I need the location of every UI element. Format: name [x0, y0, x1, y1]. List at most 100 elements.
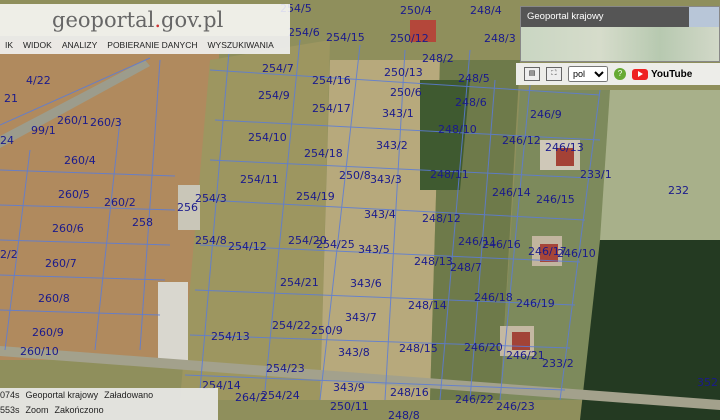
parcel-label: 233/1	[580, 168, 612, 181]
parcel-label: 248/12	[422, 212, 461, 225]
youtube-icon	[632, 68, 648, 80]
parcel-label: 254/6	[288, 26, 320, 39]
status-source: Geoportal krajowy	[25, 390, 99, 400]
parcel-label: 246/9	[530, 108, 562, 121]
parcel-label: 250/6	[390, 86, 422, 99]
map-controls: ▤ ⛶ pol ? YouTube	[516, 63, 720, 85]
parcel-label: 246/14	[492, 186, 531, 199]
menu-item-wyszukiwania[interactable]: WYSZUKIWANIA	[203, 40, 279, 50]
parcel-label: 260/7	[45, 257, 77, 270]
parcel-label: 343/1	[382, 107, 414, 120]
parcel-label: 99/1	[31, 124, 56, 137]
parcel-label: 254/13	[211, 330, 250, 343]
parcel-label: 343/3	[370, 173, 402, 186]
parcel-label: 250/4	[400, 4, 432, 17]
parcel-label: 248/13	[414, 255, 453, 268]
status-source: Zoom	[25, 405, 49, 415]
parcel-label: 343/7	[345, 311, 377, 324]
parcel-label: 246/12	[502, 134, 541, 147]
parcel-label: 254/3	[195, 192, 227, 205]
parcel-label: 250/13	[384, 66, 423, 79]
parcel-label: 246/21	[506, 349, 545, 362]
language-select[interactable]: pol	[568, 66, 608, 82]
parcel-label: 250/11	[330, 400, 369, 413]
logo-text: geoportal	[52, 8, 155, 32]
parcel-label: 246/23	[496, 400, 535, 413]
parcel-label: 248/15	[399, 342, 438, 355]
youtube-link[interactable]: YouTube	[632, 68, 693, 80]
status-time: 553s	[0, 405, 20, 415]
parcel-label: 246/19	[516, 297, 555, 310]
parcel-label: 254/15	[326, 31, 365, 44]
parcel-label: 256	[177, 201, 198, 214]
overview-map-image[interactable]	[521, 27, 719, 61]
main-menu: IK WIDOK ANALIZY POBIERANIE DANYCH WYSZU…	[0, 36, 290, 54]
status-state: Załadowano	[104, 390, 154, 400]
parcel-label: 248/5	[458, 72, 490, 85]
parcel-label: 24	[0, 134, 14, 147]
logo-tld: gov.pl	[161, 8, 224, 32]
status-state: Zakończono	[54, 405, 104, 415]
fullscreen-icon[interactable]: ⛶	[546, 67, 562, 81]
parcel-label: 260/10	[20, 345, 59, 358]
status-row: 553s Zoom Zakończono	[0, 403, 218, 418]
overview-title: Geoportal krajowy	[521, 7, 689, 27]
parcel-label: 21	[4, 92, 18, 105]
parcel-label: 260/2	[104, 196, 136, 209]
parcel-label: 260/1	[57, 114, 89, 127]
parcel-label: 260/6	[52, 222, 84, 235]
parcel-label: 248/3	[484, 32, 516, 45]
parcel-label: 254/24	[261, 389, 300, 402]
parcel-label: 260/3	[90, 116, 122, 129]
parcel-label: 246/18	[474, 291, 513, 304]
logo-dot: .	[154, 8, 162, 32]
overview-map[interactable]: Geoportal krajowy	[520, 6, 720, 62]
parcel-label: 248/4	[470, 4, 502, 17]
parcel-label: 254/7	[262, 62, 294, 75]
status-panel: 074s Geoportal krajowy Załadowano 553s Zoom…	[0, 388, 218, 420]
parcel-label: 248/6	[455, 96, 487, 109]
parcel-label: 254/25	[316, 238, 355, 251]
parcel-label: 248/2	[422, 52, 454, 65]
parcel-label: 254/9	[258, 89, 290, 102]
parcel-label: 254/22	[272, 319, 311, 332]
parcel-label: 343/4	[364, 208, 396, 221]
parcel-label: 352	[697, 376, 718, 389]
menu-item-analizy[interactable]: ANALIZY	[57, 40, 102, 50]
help-icon[interactable]: ?	[614, 68, 626, 80]
parcel-label: 248/11	[430, 168, 469, 181]
menu-item-ik[interactable]: IK	[0, 40, 18, 50]
parcel-label: 246/16	[482, 238, 521, 251]
youtube-label: YouTube	[651, 68, 693, 80]
parcel-label: 232	[668, 184, 689, 197]
parcel-label: 248/10	[438, 123, 477, 136]
parcel-label: 248/14	[408, 299, 447, 312]
parcel-label: 260/5	[58, 188, 90, 201]
parcel-label: 343/8	[338, 346, 370, 359]
parcel-label: 246/17	[528, 245, 567, 258]
parcel-label: 246/13	[545, 141, 584, 154]
parcel-label: 254/10	[248, 131, 287, 144]
parcel-label: 254/23	[266, 362, 305, 375]
parcel-label: 250/8	[339, 169, 371, 182]
parcel-label: 343/9	[333, 381, 365, 394]
print-icon[interactable]: ▤	[524, 67, 540, 81]
parcel-label: 246/15	[536, 193, 575, 206]
parcel-label: 246/22	[455, 393, 494, 406]
parcel-label: 254/21	[280, 276, 319, 289]
parcel-label: 250/12	[390, 32, 429, 45]
parcel-label: 250/9	[311, 324, 343, 337]
parcel-label: 260/4	[64, 154, 96, 167]
parcel-label: 254/18	[304, 147, 343, 160]
parcel-label: 343/6	[350, 277, 382, 290]
geoportal-logo[interactable]: geoportal. gov.pl	[0, 4, 290, 36]
menu-item-pobieranie-danych[interactable]: POBIERANIE DANYCH	[102, 40, 202, 50]
parcel-label: 343/2	[376, 139, 408, 152]
menu-item-widok[interactable]: WIDOK	[18, 40, 57, 50]
status-row: 074s Geoportal krajowy Załadowano	[0, 388, 218, 403]
parcel-label: 260/8	[38, 292, 70, 305]
parcel-label: 248/8	[388, 409, 420, 420]
parcel-label: 254/17	[312, 102, 351, 115]
parcel-label: 254/12	[228, 240, 267, 253]
parcel-label: 258	[132, 216, 153, 229]
